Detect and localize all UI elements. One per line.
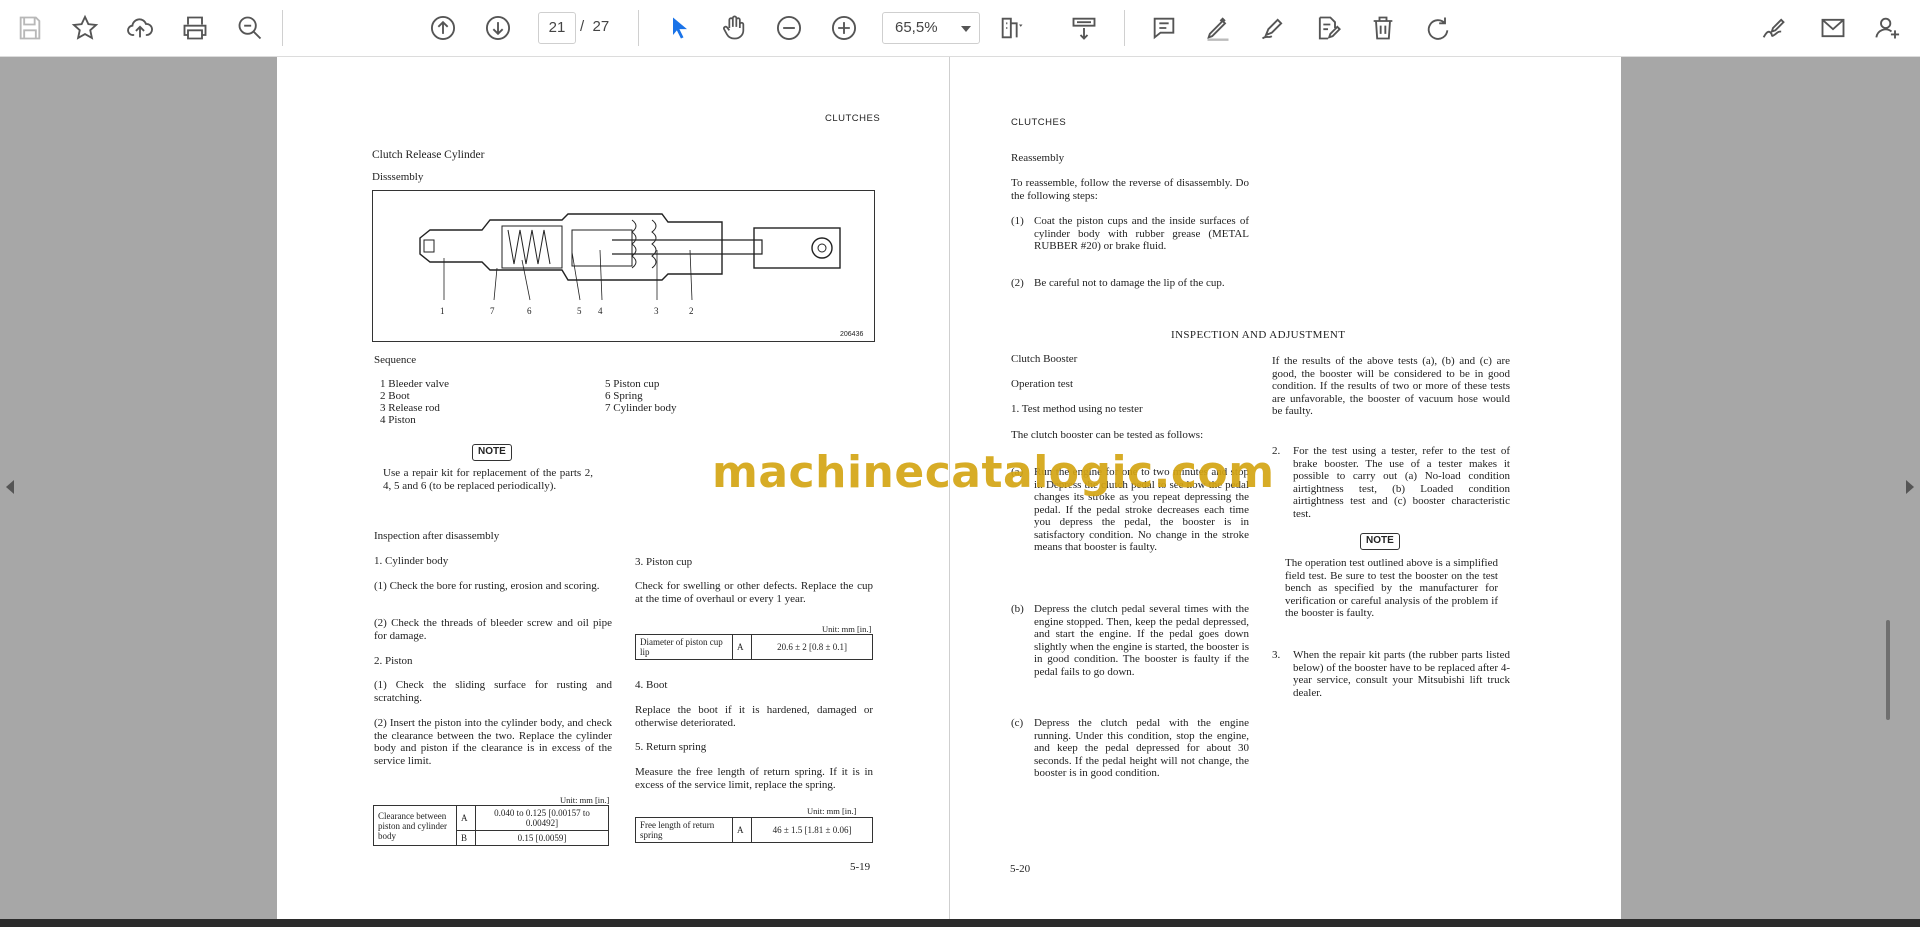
- kit-step-number: 3.: [1272, 649, 1281, 661]
- page-number-input[interactable]: 21: [538, 12, 576, 44]
- sequence-item: 6 Spring: [605, 390, 643, 402]
- note-label: NOTE: [472, 444, 512, 461]
- boot-title: 4. Boot: [635, 679, 668, 691]
- reassembly-step-number: (2): [1011, 277, 1024, 289]
- note-text: Use a repair kit for replacement of the …: [383, 467, 593, 492]
- add-user-icon[interactable]: [1870, 10, 1906, 46]
- sequence-item: 1 Bleeder valve: [380, 378, 450, 390]
- sequence-item: 4 Piston: [380, 414, 416, 426]
- sequence-item: 3 Release rod: [380, 402, 440, 414]
- print-icon[interactable]: [177, 10, 213, 46]
- piston-cup-table: Diameter of piston cup lip A 20.6 ± 2 [0.8…: [635, 634, 873, 660]
- edit-document-icon[interactable]: [1310, 10, 1346, 46]
- repair-kit-text: When the repair kit parts (the rubber pa…: [1293, 649, 1510, 699]
- reassembly-step-number: (1): [1011, 215, 1024, 227]
- boot-text: Replace the boot if it is hardened, dama…: [635, 704, 873, 729]
- select-cursor-icon[interactable]: [662, 10, 698, 46]
- piston-cup-title: 3. Piston cup: [635, 556, 693, 568]
- callout-1: 1: [440, 306, 445, 316]
- scrollbar-thumb[interactable]: [1886, 620, 1890, 720]
- cylinder-check-1: (1) Check the bore for rusting, erosion …: [374, 580, 600, 592]
- callout-7: 7: [490, 306, 495, 316]
- test-result-text: If the results of the above tests (a), (…: [1272, 355, 1510, 417]
- save-icon[interactable]: [12, 10, 48, 46]
- tester-text: For the test using a tester, refer to th…: [1293, 445, 1510, 520]
- reassembly-step-1: Coat the piston cups and the inside surf…: [1034, 215, 1249, 252]
- clearance-label: Clearance between piston and cylinder bo…: [373, 805, 457, 846]
- clutch-booster-title: Clutch Booster: [1011, 353, 1078, 365]
- inspection-adjustment-title: INSPECTION AND ADJUSTMENT: [1171, 329, 1346, 341]
- return-spring-table: Free length of return spring A 46 ± 1.5 [1…: [635, 817, 873, 843]
- cylinder-diagram: 1 7 6 5 4 3 2 206436: [372, 190, 875, 342]
- zoom-out-icon[interactable]: [771, 10, 807, 46]
- test-intro: The clutch booster can be tested as foll…: [1011, 429, 1204, 441]
- email-icon[interactable]: [1815, 10, 1851, 46]
- page-number: 5-19: [850, 861, 871, 873]
- sequence-title: Sequence: [374, 354, 417, 366]
- page-count: / 27: [580, 18, 610, 35]
- callout-5: 5: [577, 306, 582, 316]
- operation-test-title: Operation test: [1011, 378, 1074, 390]
- callout-2: 2: [689, 306, 694, 316]
- page-header: CLUTCHES: [1011, 117, 1067, 128]
- hand-pan-icon[interactable]: [716, 10, 752, 46]
- highlight-pen-icon[interactable]: [1200, 10, 1236, 46]
- unit-label: Unit: mm [in.]: [807, 806, 857, 816]
- redo-icon[interactable]: [1420, 10, 1456, 46]
- next-page-icon[interactable]: [480, 10, 516, 46]
- toolbar: 21 / 27 65,5%: [0, 0, 1920, 57]
- draw-icon[interactable]: [1255, 10, 1291, 46]
- callout-3: 3: [654, 306, 659, 316]
- page-header: CLUTCHES: [825, 113, 881, 124]
- page-number: 5-20: [1010, 863, 1031, 875]
- watermark: machinecatalogic.com: [712, 447, 1275, 498]
- cylinder-body-title: 1. Cylinder body: [374, 555, 449, 567]
- piston-check-1: (1) Check the sliding surface for rustin…: [374, 679, 612, 704]
- sequence-item: 7 Cylinder body: [605, 402, 677, 414]
- reassembly-title: Reassembly: [1011, 152, 1065, 164]
- sequence-item: 2 Boot: [380, 390, 410, 402]
- previous-page-icon[interactable]: [425, 10, 461, 46]
- zoom-select[interactable]: 65,5%: [882, 12, 980, 44]
- test-step-c: Depress the clutch pedal with the engine…: [1034, 717, 1249, 779]
- section-title: Clutch Release Cylinder: [372, 149, 485, 161]
- sign-icon[interactable]: [1755, 10, 1791, 46]
- sequence-item: 5 Piston cup: [605, 378, 660, 390]
- upload-cloud-icon[interactable]: [122, 10, 158, 46]
- fit-page-icon[interactable]: [994, 10, 1030, 46]
- subsection-title: Disssembly: [372, 171, 424, 183]
- reassembly-step-2: Be careful not to damage the lip of the …: [1034, 277, 1225, 289]
- clearance-table: Clearance between piston and cylinder bo…: [373, 805, 609, 846]
- delete-icon[interactable]: [1365, 10, 1401, 46]
- inspection-title: Inspection after disassembly: [374, 530, 500, 542]
- cylinder-check-2: (2) Check the threads of bleeder screw a…: [374, 617, 612, 642]
- piston-cup-text: Check for swelling or other defects. Rep…: [635, 580, 873, 605]
- comment-icon[interactable]: [1146, 10, 1182, 46]
- piston-check-2: (2) Insert the piston into the cylinder …: [374, 717, 612, 767]
- test-step-b: Depress the clutch pedal several times w…: [1034, 603, 1249, 678]
- figure-code: 206436: [840, 331, 863, 338]
- scroll-mode-icon[interactable]: [1066, 10, 1102, 46]
- test-step-b-label: (b): [1011, 603, 1024, 615]
- test-method-title: 1. Test method using no tester: [1011, 403, 1143, 415]
- bottom-bar: [0, 919, 1920, 927]
- return-spring-text: Measure the free length of return spring…: [635, 766, 873, 791]
- callout-4: 4: [598, 306, 603, 316]
- reassembly-text: To reassemble, follow the reverse of dis…: [1011, 177, 1249, 202]
- note-text: The operation test outlined above is a s…: [1285, 557, 1498, 619]
- return-spring-title: 5. Return spring: [635, 741, 707, 753]
- test-step-c-label: (c): [1011, 717, 1024, 729]
- bookmark-star-icon[interactable]: [67, 10, 103, 46]
- callout-6: 6: [527, 306, 532, 316]
- sidebar-right-toggle[interactable]: [1906, 480, 1914, 494]
- note-label: NOTE: [1360, 533, 1400, 550]
- piston-title: 2. Piston: [374, 655, 413, 667]
- zoom-out-search-icon[interactable]: [232, 10, 268, 46]
- sidebar-left-toggle[interactable]: [6, 480, 14, 494]
- zoom-in-icon[interactable]: [826, 10, 862, 46]
